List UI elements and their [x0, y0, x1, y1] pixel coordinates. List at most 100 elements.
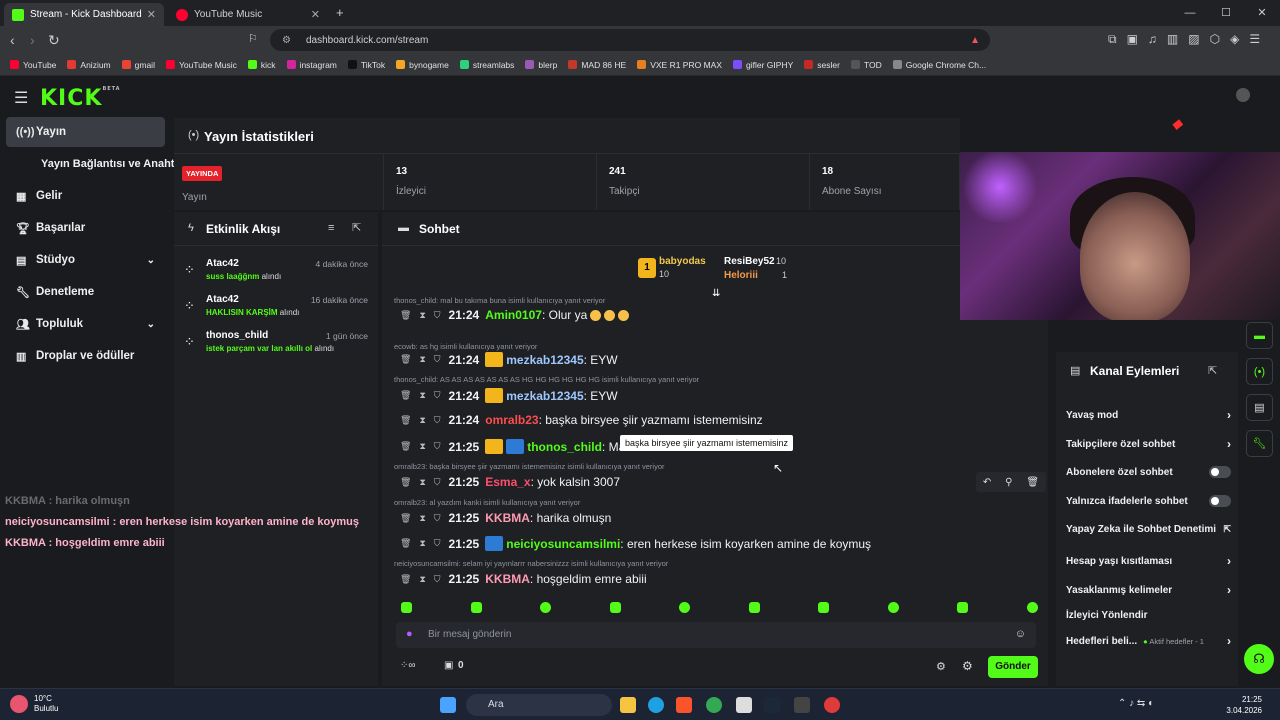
close-tab-icon[interactable]: ✕ — [311, 8, 320, 21]
bookmark-item[interactable]: TOD — [850, 60, 882, 70]
channel-action-item[interactable]: Abonelere özel sohbet — [1066, 466, 1231, 478]
emote-icon[interactable] — [470, 602, 482, 613]
chat-toggle-icon[interactable]: ▬ — [1246, 322, 1273, 349]
extensions-icon[interactable]: ⧉ — [1108, 32, 1117, 47]
popout-icon[interactable]: ⇱ — [352, 221, 361, 234]
epic-icon[interactable] — [794, 697, 810, 713]
file-explorer-icon[interactable] — [620, 697, 636, 713]
forward-icon[interactable]: › — [30, 32, 35, 48]
screenshot-icon[interactable]: ▣ — [1127, 32, 1138, 47]
avatar[interactable] — [1236, 88, 1250, 102]
ban-icon[interactable]: ⛉ — [434, 390, 441, 401]
reply-context[interactable]: omralb23: başka birsyee şiir yazmamı ist… — [394, 462, 665, 471]
sidebar-item-topluluk[interactable]: 👥︎ Topluluk ⌄ — [6, 309, 165, 339]
trash-icon[interactable]: 🗑︎ — [400, 538, 411, 549]
bookmark-item[interactable]: TikTok — [347, 60, 385, 70]
bookmark-item[interactable]: VXE R1 PRO MAX — [637, 60, 722, 70]
sidebar-item-gelir[interactable]: ▦ Gelir — [6, 181, 165, 211]
tab-kick-dashboard[interactable]: Stream - Kick Dashboard ✕ — [4, 3, 164, 26]
message-username[interactable]: KKBMA — [485, 572, 530, 586]
edge-icon[interactable] — [648, 697, 664, 713]
reward-infinity-icon[interactable]: ⁘∞ — [400, 660, 416, 671]
site-info-icon[interactable]: ⚙ — [282, 35, 296, 46]
bookmark-item[interactable]: YouTube Music — [165, 60, 237, 70]
timeout-icon[interactable]: ⧗ — [419, 354, 425, 365]
emote-icon[interactable] — [401, 602, 412, 613]
timeout-icon[interactable]: ⧗ — [419, 538, 425, 549]
bookmark-item[interactable]: instagram — [286, 60, 337, 70]
mod-gear-icon[interactable]: ⚙ — [962, 659, 973, 673]
menu-icon[interactable]: ☰ — [1249, 32, 1260, 47]
toggle-switch[interactable] — [1209, 466, 1231, 478]
broadcast-icon[interactable]: (•) — [1246, 358, 1273, 385]
vpn-icon[interactable]: ◈ — [1230, 32, 1239, 47]
trash-icon[interactable]: 🗑︎ — [400, 415, 411, 426]
bookmark-item[interactable]: Anizium — [67, 60, 111, 70]
ban-icon[interactable]: ⛉ — [434, 441, 441, 452]
brave-shield-icon[interactable]: ▲ — [970, 35, 980, 46]
bookmark-item[interactable]: sesler — [804, 60, 840, 70]
timeout-icon[interactable]: ⧗ — [419, 390, 425, 401]
wallet-icon[interactable]: ⬡ — [1210, 32, 1220, 47]
gift-icon[interactable]: ▣ — [444, 660, 453, 671]
timeout-icon[interactable]: ⧗ — [419, 477, 425, 488]
bookmark-item[interactable]: MAD 86 HE — [568, 60, 626, 70]
event-user[interactable]: thonos_child — [206, 330, 268, 341]
bookmark-item[interactable]: blerp — [525, 60, 557, 70]
steam-icon[interactable] — [764, 697, 780, 713]
channel-action-item[interactable]: Yalnızca ifadelerle sohbet — [1066, 495, 1231, 507]
bookmark-item[interactable]: gmail — [121, 60, 155, 70]
message-username[interactable]: omralb23 — [485, 413, 538, 427]
close-tab-icon[interactable]: ✕ — [147, 8, 156, 21]
reply-context[interactable]: omralb23: al yazdım kanki isimli kullanı… — [394, 498, 580, 507]
message-username[interactable]: mezkab12345 — [506, 353, 583, 367]
timeout-icon[interactable]: ⧗ — [419, 415, 425, 426]
trash-icon[interactable]: 🗑︎ — [400, 390, 411, 401]
timeout-icon[interactable]: ⧗ — [419, 310, 425, 321]
channel-action-item[interactable]: Yasaklanmış kelimeler › — [1066, 583, 1231, 597]
reply-icon[interactable]: ↶ — [983, 477, 991, 488]
channel-action-item[interactable]: İzleyici Yönlendir — [1066, 610, 1231, 621]
toggle-switch[interactable] — [1209, 495, 1231, 507]
emote-icon[interactable] — [609, 602, 621, 613]
layout-icon[interactable]: ▤ — [1246, 394, 1273, 421]
emote-icon[interactable] — [679, 602, 691, 613]
bookmark-item[interactable]: bynogame — [396, 60, 449, 70]
sidebar-item-denetleme[interactable]: 🔧︎ Denetleme — [6, 277, 165, 307]
top-gifter-second[interactable]: ResiBey52 — [724, 256, 775, 267]
tray-icons[interactable]: ⌃ ♪ ⇆ ◐ — [1118, 698, 1154, 709]
reply-context[interactable]: ecowb: as hg isimli kullanıcıya yanıt ve… — [394, 342, 537, 351]
emote-icon[interactable] — [748, 602, 760, 613]
tab-youtube-music[interactable]: YouTube Music ✕ — [168, 3, 328, 26]
trash-icon[interactable]: 🗑︎ — [400, 513, 411, 524]
taskbar-clock[interactable]: 21:25 3.04.2026 — [1226, 694, 1262, 716]
window-close-icon[interactable]: ✕ — [1244, 0, 1280, 26]
scroll-down-icon[interactable]: ⇊ — [712, 288, 720, 299]
message-username[interactable]: Amin0107 — [485, 308, 542, 322]
sidebar-item-droplar[interactable]: ▥ Droplar ve ödüller — [6, 341, 165, 371]
support-icon[interactable]: ☊ — [1244, 644, 1274, 674]
emote-icon[interactable] — [1026, 602, 1038, 613]
top-gifter-third[interactable]: Heloriii — [724, 270, 758, 281]
emoji-picker-icon[interactable]: ☺ — [1015, 628, 1026, 640]
store-icon[interactable] — [736, 697, 752, 713]
reply-context[interactable]: thonos_child: AS AS AS AS AS AS AS HG HG… — [394, 375, 699, 384]
ban-icon[interactable]: ⛉ — [434, 538, 441, 549]
delete-icon[interactable]: 🗑︎ — [1026, 477, 1039, 488]
sidebar-item-studyo[interactable]: ▤ Stüdyo ⌄ — [6, 245, 165, 275]
sidebar-item-basarilar[interactable]: 🏆︎ Başarılar — [6, 213, 165, 243]
reload-icon[interactable]: ↻ — [48, 32, 60, 49]
emote-icon[interactable] — [540, 602, 552, 613]
kick-logo[interactable]: KICKBETA — [40, 86, 121, 111]
microphone-icon[interactable]: ● — [406, 628, 413, 640]
app-icon[interactable] — [824, 697, 840, 713]
message-username[interactable]: mezkab12345 — [506, 389, 583, 403]
bookmark-item[interactable]: gifler GIPHY — [733, 60, 793, 70]
message-username[interactable]: Esma_x — [485, 475, 530, 489]
chrome-icon[interactable] — [706, 697, 722, 713]
bookmark-item[interactable]: Google Chrome Ch... — [892, 60, 986, 70]
url-field[interactable]: ⚙ dashboard.kick.com/stream ▲ — [270, 29, 990, 51]
pin-icon[interactable]: ⚲ — [1005, 477, 1012, 488]
bookmark-item[interactable]: kick — [247, 60, 276, 70]
minimize-icon[interactable]: — — [1172, 0, 1208, 26]
